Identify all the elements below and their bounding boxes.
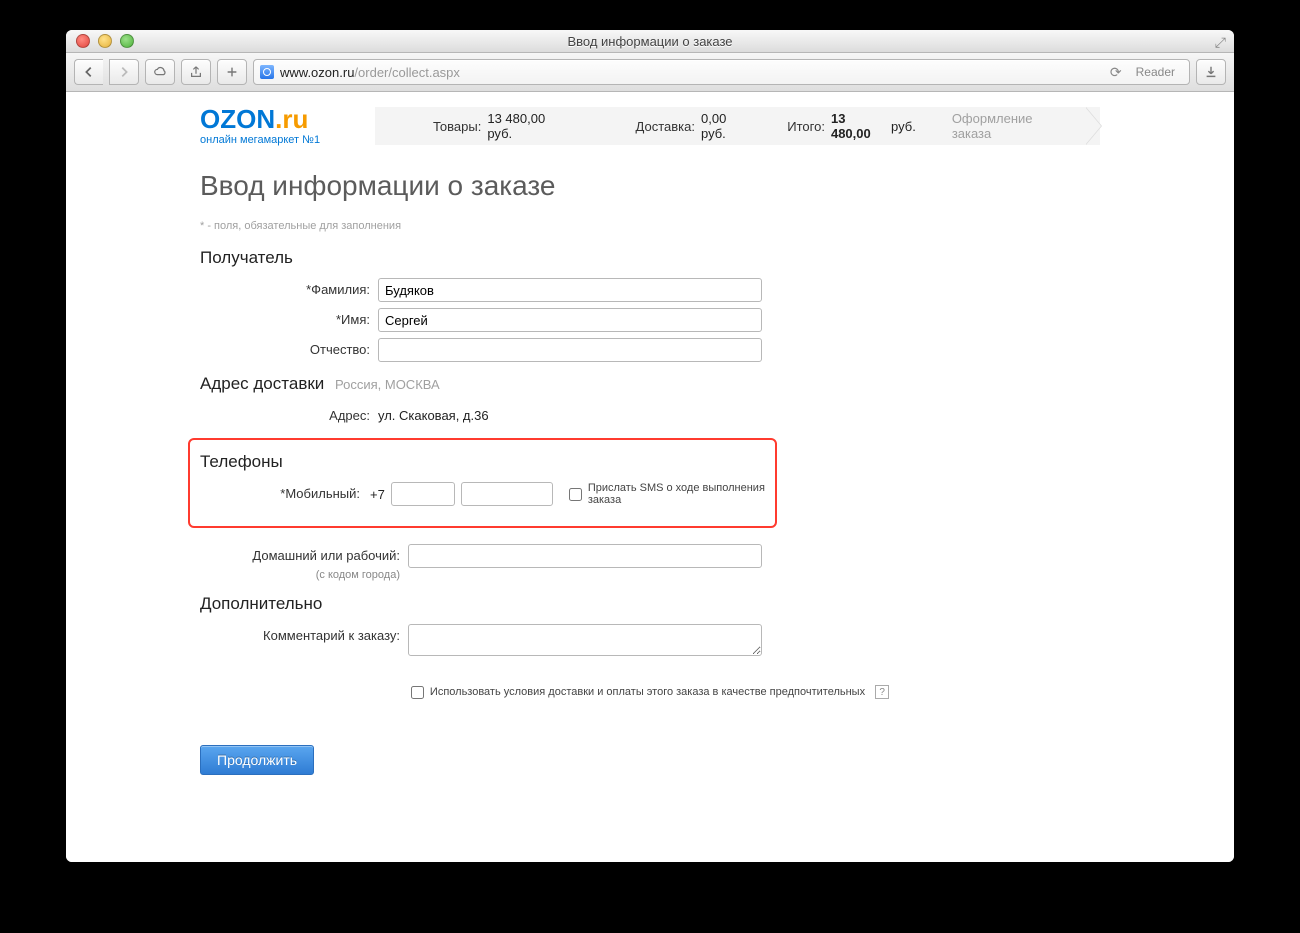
back-button[interactable] — [74, 59, 103, 85]
mobile-prefix: +7 — [370, 487, 385, 502]
help-icon[interactable]: ? — [875, 685, 889, 699]
share-button[interactable] — [181, 59, 211, 85]
window-title: Ввод информации о заказе — [66, 34, 1234, 49]
input-mobile-number[interactable] — [461, 482, 553, 506]
input-middlename[interactable] — [378, 338, 762, 362]
url-path: /order/collect.aspx — [354, 65, 460, 80]
row-mobile: *Мобильный: +7 Прислать SMS о ходе выпол… — [200, 482, 765, 506]
phone-highlight-box: Телефоны *Мобильный: +7 Прислать SMS о х… — [188, 438, 777, 528]
row-comment: Комментарий к заказу: — [200, 624, 1100, 659]
label-home: Домашний или рабочий: (с кодом города) — [200, 544, 408, 582]
order-summary-bar: Товары: 13 480,00 руб. Доставка: 0,00 ру… — [375, 107, 1100, 145]
summary-items-label: Товары: — [433, 119, 481, 134]
logo-text-ru: ru — [282, 104, 308, 134]
continue-button[interactable]: Продолжить — [200, 745, 314, 775]
label-address: Адрес: — [200, 404, 378, 428]
required-note: * - поля, обязательные для заполнения — [200, 220, 1100, 232]
row-middlename: Отчество: — [200, 338, 1100, 362]
value-address: ул. Скаковая, д.36 — [378, 408, 489, 423]
input-sms-checkbox[interactable] — [569, 488, 582, 501]
checkout-step-label: Оформление заказа — [934, 111, 1100, 141]
input-mobile-code[interactable] — [391, 482, 455, 506]
site-favicon — [260, 65, 274, 79]
row-preference: Использовать условия доставки и оплаты э… — [200, 685, 1100, 699]
minimize-window-button[interactable] — [98, 34, 112, 48]
reader-button[interactable]: Reader — [1128, 65, 1183, 79]
logo-tagline: онлайн мегамаркет №1 — [200, 134, 375, 146]
window-controls — [76, 34, 134, 48]
row-home-phone: Домашний или рабочий: (с кодом города) — [200, 544, 1100, 582]
summary-total-value: 13 480,00 — [831, 111, 885, 141]
label-home-sub: (с кодом города) — [200, 568, 400, 582]
logo[interactable]: OZON.ru онлайн мегамаркет №1 — [200, 106, 375, 146]
url-host: www.ozon.ru — [280, 65, 354, 80]
fullscreen-icon[interactable]: ⤢ — [1215, 34, 1226, 51]
label-middlename: Отчество: — [200, 338, 378, 362]
browser-toolbar: www.ozon.ru/order/collect.aspx ⟳ Reader — [66, 53, 1234, 92]
url-text: www.ozon.ru/order/collect.aspx — [280, 65, 460, 80]
sms-checkbox-row: Прислать SMS о ходе выполнения заказа — [569, 482, 765, 506]
shop-header: OZON.ru онлайн мегамаркет №1 Товары: 13 … — [200, 104, 1100, 148]
row-lastname: *Фамилия: — [200, 278, 1100, 302]
section-phones: Телефоны — [200, 452, 765, 472]
summary-total-currency: руб. — [891, 119, 916, 134]
label-comment: Комментарий к заказу: — [200, 624, 408, 648]
row-address: Адрес: ул. Скаковая, д.36 — [200, 404, 1100, 428]
section-address-title: Адрес доставки — [200, 374, 324, 393]
section-address: Адрес доставки Россия, МОСКВА — [200, 374, 1100, 394]
label-firstname: *Имя: — [200, 308, 378, 332]
label-sms: Прислать SMS о ходе выполнения заказа — [588, 482, 765, 506]
browser-window: Ввод информации о заказе ⤢ www.ozon.ru/o… — [66, 30, 1234, 862]
input-lastname[interactable] — [378, 278, 762, 302]
summary-delivery-value: 0,00 руб. — [701, 111, 751, 141]
content: OZON.ru онлайн мегамаркет №1 Товары: 13 … — [200, 92, 1100, 862]
zoom-window-button[interactable] — [120, 34, 134, 48]
row-firstname: *Имя: — [200, 308, 1100, 332]
section-address-sub: Россия, МОСКВА — [335, 377, 440, 392]
section-recipient: Получатель — [200, 248, 1100, 268]
page: OZON.ru онлайн мегамаркет №1 Товары: 13 … — [66, 92, 1234, 862]
section-extra: Дополнительно — [200, 594, 1100, 614]
icloud-button[interactable] — [145, 59, 175, 85]
close-window-button[interactable] — [76, 34, 90, 48]
input-pref-checkbox[interactable] — [411, 686, 424, 699]
forward-button[interactable] — [109, 59, 139, 85]
summary-items-value: 13 480,00 руб. — [487, 111, 569, 141]
summary-total-label: Итого: — [787, 119, 825, 134]
page-title: Ввод информации о заказе — [200, 170, 1100, 202]
logo-text-ozon: OZON — [200, 104, 275, 134]
input-firstname[interactable] — [378, 308, 762, 332]
label-lastname: *Фамилия: — [200, 278, 378, 302]
titlebar: Ввод информации о заказе ⤢ — [66, 30, 1234, 53]
add-button[interactable] — [217, 59, 247, 85]
label-home-text: Домашний или рабочий: — [252, 548, 400, 563]
address-bar[interactable]: www.ozon.ru/order/collect.aspx ⟳ Reader — [253, 59, 1190, 85]
summary-delivery-label: Доставка: — [636, 119, 695, 134]
reload-icon[interactable]: ⟳ — [1110, 64, 1122, 81]
label-mobile: *Мобильный: — [200, 482, 368, 506]
label-preference: Использовать условия доставки и оплаты э… — [430, 686, 865, 698]
downloads-button[interactable] — [1196, 59, 1226, 85]
input-comment[interactable] — [408, 624, 762, 656]
input-home-phone[interactable] — [408, 544, 762, 568]
